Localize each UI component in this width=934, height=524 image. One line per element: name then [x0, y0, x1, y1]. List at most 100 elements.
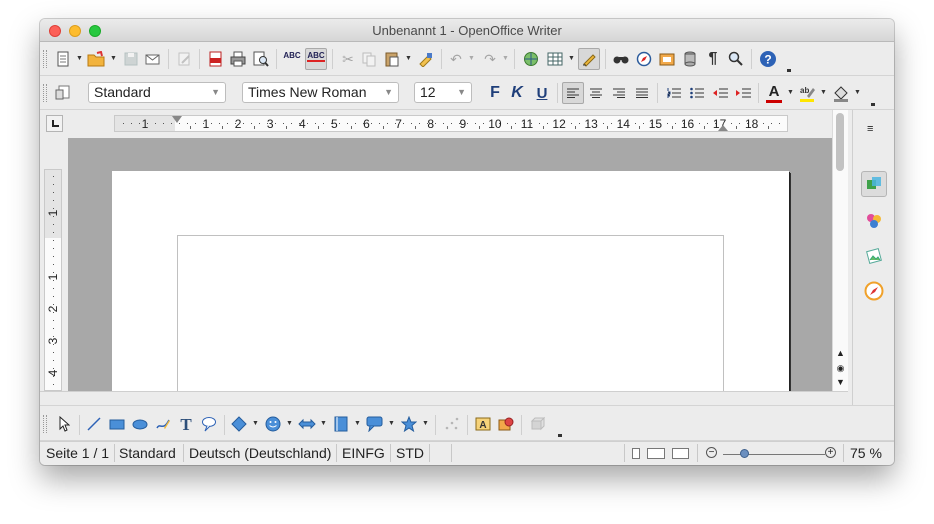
open-dropdown-caret[interactable]: ▼	[110, 55, 117, 62]
save-icon[interactable]	[120, 48, 142, 70]
block-arrows-icon[interactable]	[296, 413, 318, 435]
callout-icon[interactable]	[198, 413, 220, 435]
zoom-slider[interactable]	[723, 454, 825, 455]
show-draw-functions-icon[interactable]	[578, 48, 600, 70]
highlighting-icon[interactable]: ab	[796, 82, 818, 104]
points-icon[interactable]	[441, 413, 463, 435]
background-color-dropdown-caret[interactable]: ▼	[854, 89, 861, 96]
left-indent-marker[interactable]	[172, 116, 182, 123]
paragraph-style-select[interactable]: Standard ▼	[88, 82, 226, 103]
stars-icon[interactable]	[398, 413, 420, 435]
document-area[interactable]	[68, 138, 832, 391]
font-size-select[interactable]: 12 ▼	[414, 82, 472, 103]
find-replace-icon[interactable]	[610, 48, 632, 70]
gallery-icon[interactable]	[656, 48, 678, 70]
toolbar-overflow-button[interactable]	[870, 84, 876, 106]
tab-stop-selector[interactable]	[46, 115, 63, 132]
document-page[interactable]	[112, 171, 789, 391]
background-color-icon[interactable]	[830, 82, 852, 104]
vertical-ruler[interactable]: 11234	[44, 169, 62, 391]
bullets-icon[interactable]	[686, 82, 708, 104]
clone-formatting-icon[interactable]	[415, 48, 437, 70]
align-center-button[interactable]	[585, 82, 607, 104]
copy-icon[interactable]	[358, 48, 380, 70]
horizontal-ruler[interactable]: 1 1 2 3 4 5 6 7 8 9 10 11 12 13 14 15 16 17 18	[114, 115, 788, 132]
font-color-dropdown-caret[interactable]: ▼	[787, 89, 794, 96]
undo-icon[interactable]: ↶	[445, 48, 467, 70]
vertical-scrollbar[interactable]: ▲ ◉ ▼	[832, 110, 848, 391]
from-file-icon[interactable]	[495, 413, 517, 435]
open-icon[interactable]	[85, 48, 107, 70]
table-icon[interactable]	[544, 48, 566, 70]
extrusion-icon[interactable]	[526, 413, 548, 435]
rectangle-icon[interactable]	[106, 413, 128, 435]
zoom-percent[interactable]: 75 %	[850, 445, 882, 461]
toolbar-grip[interactable]	[43, 84, 47, 102]
line-icon[interactable]	[83, 413, 105, 435]
zoom-in-button[interactable]: +	[825, 447, 836, 458]
flowchart-dropdown-caret[interactable]: ▼	[354, 420, 361, 427]
highlighting-dropdown-caret[interactable]: ▼	[820, 89, 827, 96]
text-icon[interactable]: T	[175, 413, 197, 435]
navigator-icon[interactable]	[633, 48, 655, 70]
flowchart-icon[interactable]	[330, 413, 352, 435]
callouts-icon[interactable]	[364, 413, 386, 435]
help-icon[interactable]: ?	[757, 48, 779, 70]
navigator-icon[interactable]	[861, 278, 887, 304]
increase-indent-icon[interactable]	[732, 82, 754, 104]
edit-file-icon[interactable]	[173, 48, 195, 70]
ellipse-icon[interactable]	[129, 413, 151, 435]
next-page-button[interactable]: ▼	[834, 375, 847, 389]
cut-icon[interactable]: ✂	[337, 48, 359, 70]
table-dropdown-caret[interactable]: ▼	[568, 55, 575, 62]
undo-dropdown-caret[interactable]: ▼	[468, 55, 475, 62]
font-name-select[interactable]: Times New Roman ▼	[242, 82, 399, 103]
book-view-icon[interactable]	[672, 448, 689, 459]
formatting-marks-icon[interactable]: ¶	[702, 48, 724, 70]
gallery-icon[interactable]	[861, 243, 887, 269]
new-document-icon[interactable]	[52, 48, 74, 70]
basic-shapes-icon[interactable]	[228, 413, 250, 435]
toolbar-grip[interactable]	[43, 415, 47, 433]
insert-mode[interactable]: EINFG	[342, 445, 385, 461]
export-pdf-icon[interactable]	[204, 48, 226, 70]
freeform-icon[interactable]	[152, 413, 174, 435]
multi-page-view-icon[interactable]	[647, 448, 665, 459]
zoom-icon[interactable]	[725, 48, 747, 70]
single-page-view-icon[interactable]	[632, 448, 640, 459]
underline-button[interactable]: U	[531, 82, 553, 104]
redo-dropdown-caret[interactable]: ▼	[502, 55, 509, 62]
decrease-indent-icon[interactable]	[709, 82, 731, 104]
page-style[interactable]: Standard	[119, 445, 176, 461]
previous-page-button[interactable]: ▲	[834, 346, 847, 360]
callouts-dropdown-caret[interactable]: ▼	[388, 420, 395, 427]
align-right-button[interactable]	[608, 82, 630, 104]
paste-icon[interactable]	[381, 48, 403, 70]
autospellcheck-icon[interactable]: ABC	[305, 48, 327, 70]
styles-formatting-icon[interactable]	[52, 82, 74, 104]
numbering-icon[interactable]	[663, 82, 685, 104]
print-icon[interactable]	[227, 48, 249, 70]
justify-button[interactable]	[631, 82, 653, 104]
bold-button[interactable]: F	[484, 82, 506, 104]
stars-dropdown-caret[interactable]: ▼	[422, 420, 429, 427]
redo-icon[interactable]: ↷	[479, 48, 501, 70]
block-arrows-dropdown-caret[interactable]: ▼	[320, 420, 327, 427]
data-sources-icon[interactable]	[679, 48, 701, 70]
new-dropdown-caret[interactable]: ▼	[76, 55, 83, 62]
selection-mode[interactable]: STD	[396, 445, 424, 461]
properties-icon[interactable]	[861, 171, 887, 197]
styles-icon[interactable]	[861, 208, 887, 234]
scrollbar-thumb[interactable]	[836, 113, 844, 171]
basic-shapes-dropdown-caret[interactable]: ▼	[252, 420, 259, 427]
toolbar-overflow-button[interactable]	[557, 415, 563, 437]
right-indent-marker[interactable]	[718, 125, 728, 131]
fontwork-gallery-icon[interactable]: A	[472, 413, 494, 435]
zoom-slider-thumb[interactable]	[739, 449, 749, 458]
symbol-shapes-icon[interactable]	[262, 413, 284, 435]
navigation-icon[interactable]: ◉	[834, 361, 847, 375]
sidebar-menu-icon[interactable]: ≡	[867, 123, 881, 135]
symbol-shapes-dropdown-caret[interactable]: ▼	[286, 420, 293, 427]
zoom-out-button[interactable]: −	[706, 447, 717, 458]
paste-dropdown-caret[interactable]: ▼	[405, 55, 412, 62]
